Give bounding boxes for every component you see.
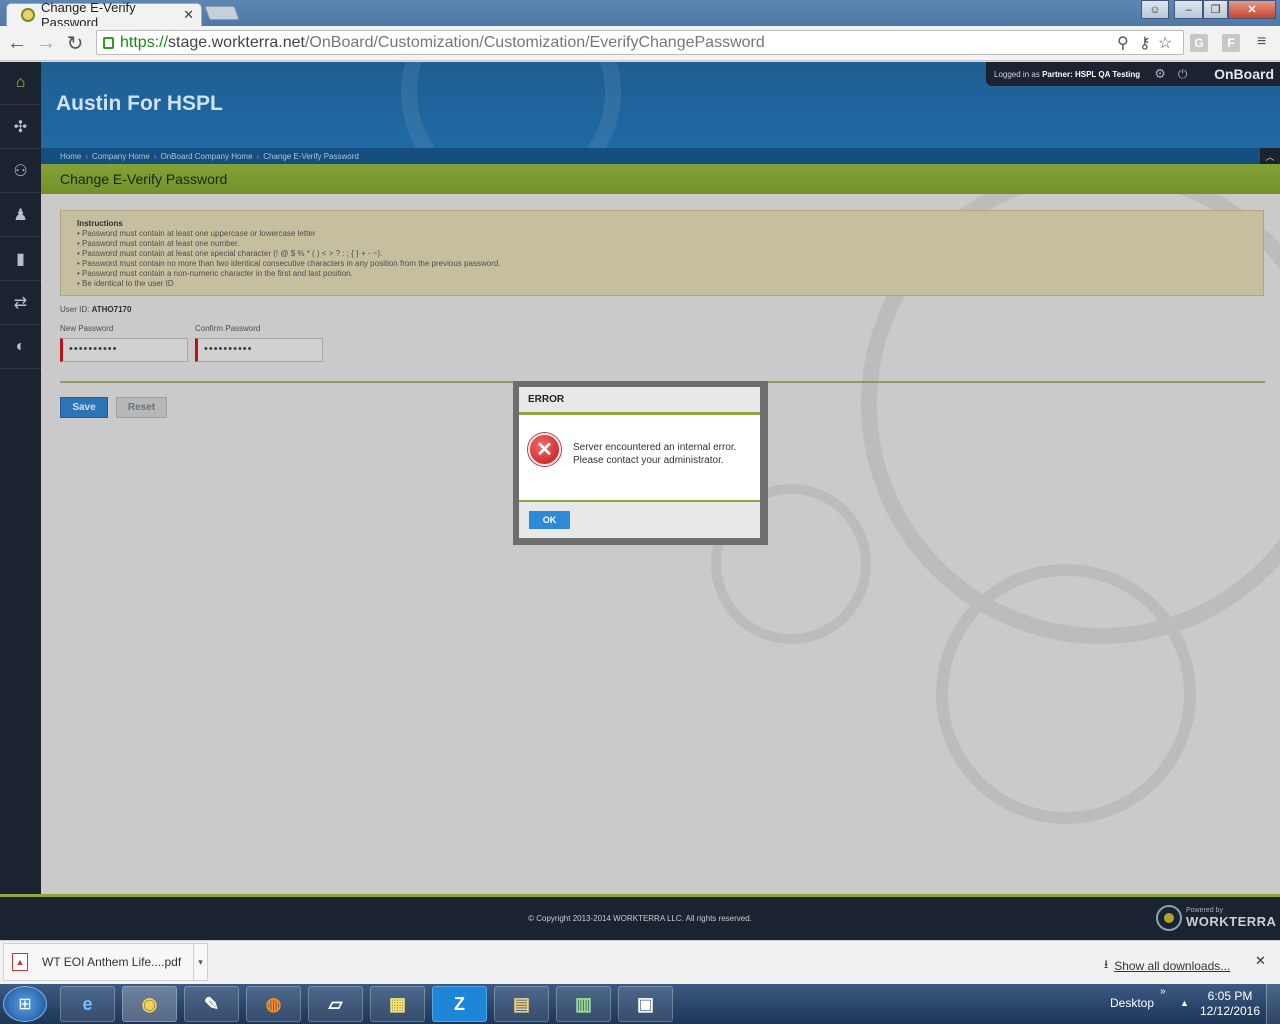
logged-in-prefix: Logged in as — [994, 69, 1040, 79]
company-name: Austin For HSPL — [56, 92, 223, 115]
downloads-close-icon[interactable]: ✕ — [1255, 953, 1266, 969]
error-message: Server encountered an internal error. Pl… — [573, 442, 737, 466]
internet-explorer-icon[interactable]: e — [60, 986, 115, 1022]
transfer-icon[interactable]: ⇄ — [0, 282, 41, 325]
sticky-notes-icon[interactable]: ▦ — [370, 986, 425, 1022]
reload-icon[interactable]: ↻ — [63, 31, 87, 55]
brand-name: WORKTERRA — [1186, 914, 1277, 929]
error-x-icon: ✕ — [528, 433, 561, 466]
chrome-icon[interactable]: ◉ — [122, 986, 177, 1022]
start-button[interactable]: ⊞ — [3, 986, 47, 1022]
collapse-chevron-icon[interactable]: ︿ — [1260, 148, 1280, 164]
user-profile-icon[interactable]: ☺ — [1141, 0, 1169, 19]
user-network-icon[interactable]: ⚇ — [0, 150, 41, 193]
spreadsheet-app-icon[interactable]: ▥ — [556, 986, 611, 1022]
toolbar-expand-icon[interactable]: » — [1160, 986, 1166, 997]
home-icon[interactable]: ⌂ — [0, 62, 41, 105]
power-icon[interactable]: ⏻ — [1178, 67, 1188, 82]
powered-by: Powered by WORKTERRA — [1156, 905, 1276, 931]
show-all-downloads[interactable]: ⭳ Show all downloads... — [1104, 955, 1230, 976]
browser-tab-active[interactable]: Change E-Verify Password ✕ — [6, 0, 202, 30]
breadcrumb-home[interactable]: Home — [60, 152, 81, 161]
notepad-icon[interactable]: ▱ — [308, 986, 363, 1022]
breadcrumb-current: Change E-Verify Password — [263, 151, 359, 161]
chart-icon[interactable]: ▮ — [0, 238, 41, 281]
extension-g-icon[interactable]: G — [1190, 34, 1208, 52]
show-all-downloads-link[interactable]: Show all downloads... — [1114, 959, 1230, 973]
breadcrumb: Home › Company Home › OnBoard Company Home… — [41, 148, 1280, 164]
paint-icon[interactable]: ✎ — [184, 986, 239, 1022]
zoho-z-icon[interactable]: Z — [432, 986, 487, 1022]
clock-date: 12/12/2016 — [1199, 1004, 1261, 1018]
chrome-menu-icon[interactable]: ≡ — [1257, 33, 1266, 51]
url-scheme: https:// — [120, 33, 169, 51]
maximize-button[interactable]: ❐ — [1203, 0, 1228, 19]
url-path: /OnBoard/Customization/Customization/Eve… — [304, 33, 765, 51]
show-desktop-button[interactable] — [1266, 984, 1280, 1024]
zoom-icon[interactable]: ⚲ — [1117, 33, 1129, 53]
copyright-text: © Copyright 2013-2014 WORKTERRA LLC. All… — [528, 914, 752, 923]
minimize-button[interactable]: ‒ — [1174, 0, 1203, 19]
extension-f-icon[interactable]: F — [1222, 34, 1240, 52]
forward-icon[interactable]: → — [34, 31, 58, 55]
powered-by-label: Powered by — [1186, 907, 1223, 914]
tab-favicon-icon — [21, 8, 35, 22]
back-icon[interactable]: ← — [5, 31, 29, 55]
key-icon[interactable]: ⚷ — [1139, 33, 1151, 53]
chat-icon[interactable]: ◐ — [0, 326, 41, 369]
ok-button[interactable]: OK — [529, 511, 570, 529]
module-name[interactable]: OnBoard — [1214, 66, 1274, 82]
partner-label: Partner: — [1042, 69, 1073, 79]
lock-icon — [103, 36, 114, 49]
user-bar: Logged in as Partner: HSPL QA Testing ⚙ … — [986, 62, 1280, 86]
download-file-name: WT EOI Anthem Life....pdf — [42, 955, 182, 969]
download-menu-chevron-icon[interactable]: ▾ — [193, 943, 207, 981]
clock-time: 6:05 PM — [1207, 989, 1253, 1003]
workterra-logo-icon — [1156, 905, 1182, 931]
address-bar[interactable]: https:// stage.workterra.net /OnBoard/Cu… — [96, 30, 1184, 55]
partner-name: HSPL QA Testing — [1074, 69, 1141, 79]
tray-overflow-icon[interactable]: ▲ — [1180, 998, 1189, 1008]
download-arrow-icon: ⭳ — [1104, 957, 1109, 971]
file-explorer-icon[interactable]: ▤ — [494, 986, 549, 1022]
download-item[interactable]: ▲ WT EOI Anthem Life....pdf ▾ — [3, 943, 208, 981]
system-clock[interactable]: 6:05 PM 12/12/2016 — [1198, 989, 1262, 1019]
error-dialog-title: ERROR — [519, 387, 760, 415]
user-icon[interactable]: ♟ — [0, 194, 41, 237]
pdf-file-icon: ▲ — [12, 953, 28, 971]
header-decoration — [401, 62, 621, 150]
tab-close-icon[interactable]: ✕ — [183, 7, 194, 23]
breadcrumb-company-home[interactable]: Company Home — [92, 152, 150, 161]
breadcrumb-onboard-home[interactable]: OnBoard Company Home — [161, 152, 253, 161]
desktop-toolbar-label[interactable]: Desktop — [1110, 996, 1154, 1010]
gear-icon[interactable]: ⚙ — [1154, 66, 1166, 82]
window-close-button[interactable]: ✕ — [1228, 0, 1276, 19]
document-app-icon[interactable]: ▣ — [618, 986, 673, 1022]
firefox-icon[interactable]: ◍ — [246, 986, 301, 1022]
url-host: stage.workterra.net — [168, 33, 305, 51]
bookmark-star-icon[interactable]: ☆ — [1158, 33, 1172, 53]
new-tab-button[interactable] — [204, 6, 240, 20]
puzzle-icon[interactable]: ✣ — [0, 106, 41, 149]
app-footer: © Copyright 2013-2014 WORKTERRA LLC. All… — [0, 894, 1280, 940]
